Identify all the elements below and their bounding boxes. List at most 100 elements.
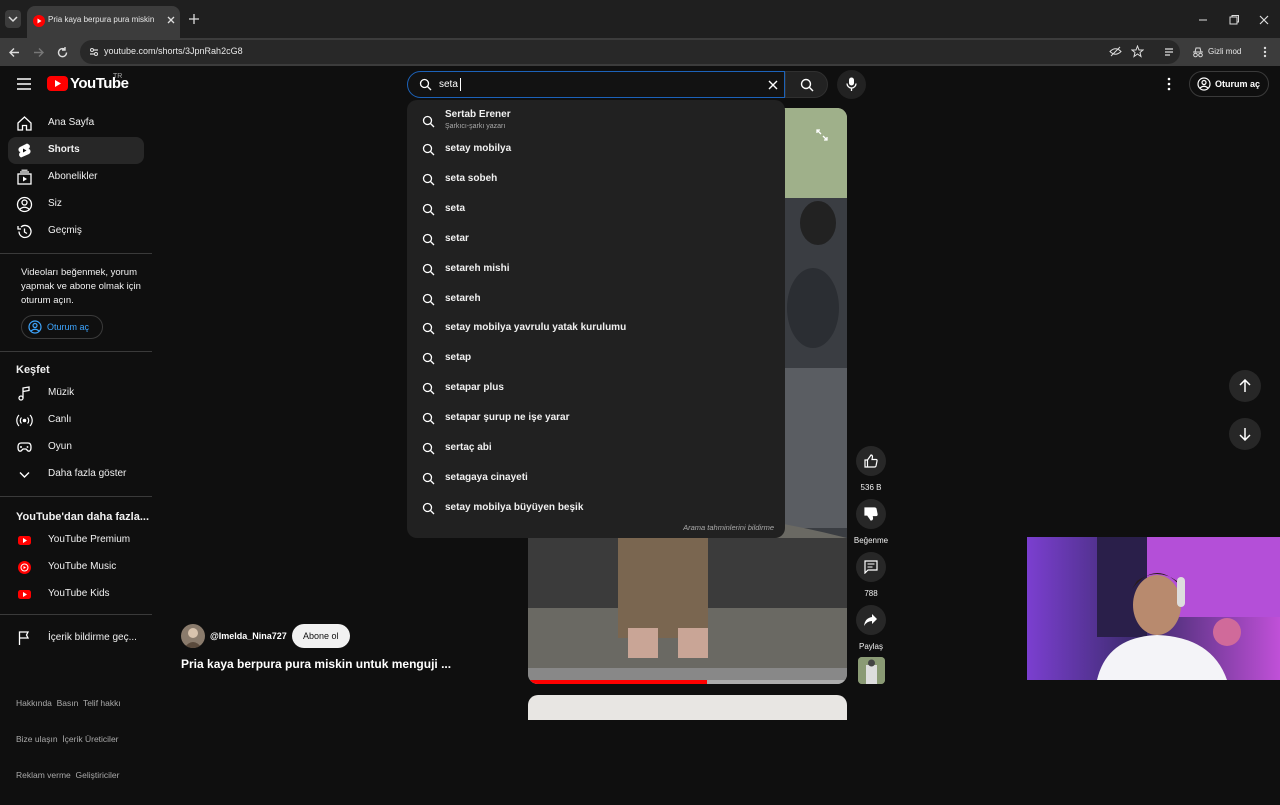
search-icon [422,502,435,515]
youtube-header: YouTube TR seta Oturum aç [0,66,1280,102]
search-input[interactable]: seta [439,79,458,90]
sidebar-item-label: Shorts [48,144,80,155]
suggestion-text: sertaç abi [445,442,492,453]
suggestion-item[interactable]: setay mobilya [407,135,785,165]
audio-source-thumbnail[interactable] [858,657,885,684]
sidebar-item-youtube-kids[interactable]: YouTube Kids [8,581,144,608]
suggestion-item[interactable]: setagaya cinayeti [407,464,785,494]
region-code: TR [113,73,123,80]
sidebar-show-more[interactable]: Daha fazla göster [8,461,144,488]
clear-search-icon[interactable] [767,79,779,91]
sidebar-signin-label: Oturum aç [47,322,90,332]
sidebar-item-shorts[interactable]: Shorts [8,137,144,164]
suggestion-item[interactable]: setap [407,344,785,374]
sidebar-item-label: YouTube Kids [48,588,110,599]
suggestion-item[interactable]: setareh mishi [407,255,785,285]
subscribe-button[interactable]: Abone ol [292,624,350,648]
footer-links[interactable]: Hakkında Basın Telif hakkı Bize ulaşın İ… [16,673,151,805]
suggestion-top-result[interactable]: Sertab Erener Şarkıcı-şarkı yazarı [407,105,785,137]
next-short-button[interactable] [1229,418,1261,450]
reload-icon[interactable] [56,46,69,59]
suggestion-item[interactable]: sertaç abi [407,434,785,464]
suggestion-item[interactable]: setay mobilya büyüyen beşik [407,494,785,524]
search-icon [422,115,435,128]
thumbs-down-icon [864,507,878,521]
channel-avatar[interactable] [181,624,205,648]
sidebar-item-youtube-music[interactable]: YouTube Music [8,554,144,581]
voice-search-button[interactable] [837,70,866,99]
like-button[interactable] [856,446,886,476]
close-window-icon[interactable] [1258,14,1270,26]
more-options-icon[interactable] [1163,77,1175,91]
suggestion-text: setareh mishi [445,262,510,274]
new-tab-icon[interactable] [188,13,200,25]
sidebar-item-youtube-premium[interactable]: YouTube Premium [8,527,144,554]
sidebar-item-home[interactable]: Ana Sayfa [8,110,144,137]
suggestion-item[interactable]: setapar plus [407,374,785,404]
footer-line[interactable]: Reklam verme Geliştiriciler [16,769,151,781]
expand-icon[interactable] [815,128,829,142]
search-suggestions-dropdown: Sertab Erener Şarkıcı-şarkı yazarı setay… [407,100,785,538]
flag-icon [18,631,30,645]
search-button[interactable] [785,71,828,98]
short-title[interactable]: Pria kaya berpura pura miskin untuk meng… [181,657,451,671]
suggestion-item[interactable]: seta [407,195,785,225]
suggestion-item[interactable]: setay mobilya yavrulu yatak kurulumu [407,314,785,344]
signin-button[interactable]: Oturum aç [1189,71,1269,97]
home-icon [17,116,32,131]
suggestion-text: setagaya cinayeti [445,471,528,483]
sidebar-divider [0,253,152,254]
bookmark-star-icon[interactable] [1131,45,1144,58]
hamburger-menu-icon[interactable] [16,77,32,91]
forward-icon[interactable] [32,46,45,59]
incognito-label: Gizli mod [1208,47,1242,56]
dislike-button[interactable] [856,499,886,529]
sidebar-item-subscriptions[interactable]: Abonelikler [8,164,144,191]
sidebar: Ana Sayfa Shorts Abonelikler Siz Geçmiş … [0,106,156,780]
back-icon[interactable] [8,46,21,59]
site-settings-icon[interactable] [88,46,100,58]
search-box[interactable]: seta [407,71,785,98]
sidebar-signin-button[interactable]: Oturum aç [21,315,103,339]
sidebar-divider [0,614,152,615]
address-field[interactable]: youtube.com/shorts/3JpnRah2cG8 [80,40,1180,64]
comments-button[interactable] [856,552,886,582]
sidebar-item-gaming[interactable]: Oyun [8,434,144,461]
search-icon [422,323,435,335]
search-icon [422,173,435,186]
browser-tab-bar: Pria kaya berpura pura miskin u [0,0,1280,38]
youtube-logo[interactable]: YouTube TR [47,73,129,96]
reading-list-icon[interactable] [1164,46,1176,58]
suggestion-subtitle: Şarkıcı-şarkı yazarı [445,123,506,130]
sidebar-item-music[interactable]: Müzik [8,380,144,407]
eye-off-icon[interactable] [1109,45,1122,58]
suggestion-item[interactable]: setapar şurup ne işe yarar [407,404,785,434]
sidebar-item-history[interactable]: Geçmiş [8,218,144,245]
video-progress-bar[interactable] [528,680,847,684]
minimize-icon[interactable] [1197,14,1209,26]
comment-icon [864,560,878,574]
sidebar-item-report-history[interactable]: İçerik bildirme geç... [8,625,144,652]
sidebar-item-live[interactable]: Canlı [8,407,144,434]
sidebar-item-you[interactable]: Siz [8,191,144,218]
channel-name[interactable]: @Imelda_Nina727 [210,631,287,641]
footer-line[interactable]: Bize ulaşın İçerik Üreticiler [16,733,151,745]
previous-short-button[interactable] [1229,370,1261,402]
url-text: youtube.com/shorts/3JpnRah2cG8 [104,46,243,56]
browser-tab[interactable]: Pria kaya berpura pura miskin u [27,6,180,38]
suggestion-item[interactable]: setar [407,225,785,255]
browser-menu-icon[interactable] [1259,46,1271,58]
search-icon [422,353,435,365]
share-label: Paylaş [858,642,883,651]
tab-close-icon[interactable] [165,14,177,26]
restore-icon[interactable] [1228,14,1240,26]
tab-search-button[interactable] [5,10,21,28]
sidebar-item-label: Canlı [48,414,72,425]
incognito-indicator[interactable]: Gizli mod [1188,42,1248,62]
report-predictions-link[interactable]: Arama tahminlerini bildirme [683,523,774,532]
suggestion-item[interactable]: setareh [407,285,785,315]
sidebar-item-label: Ana Sayfa [48,117,95,128]
share-button[interactable] [856,605,886,635]
footer-line[interactable]: Hakkında Basın Telif hakkı [16,697,151,709]
suggestion-item[interactable]: seta sobeh [407,165,785,195]
